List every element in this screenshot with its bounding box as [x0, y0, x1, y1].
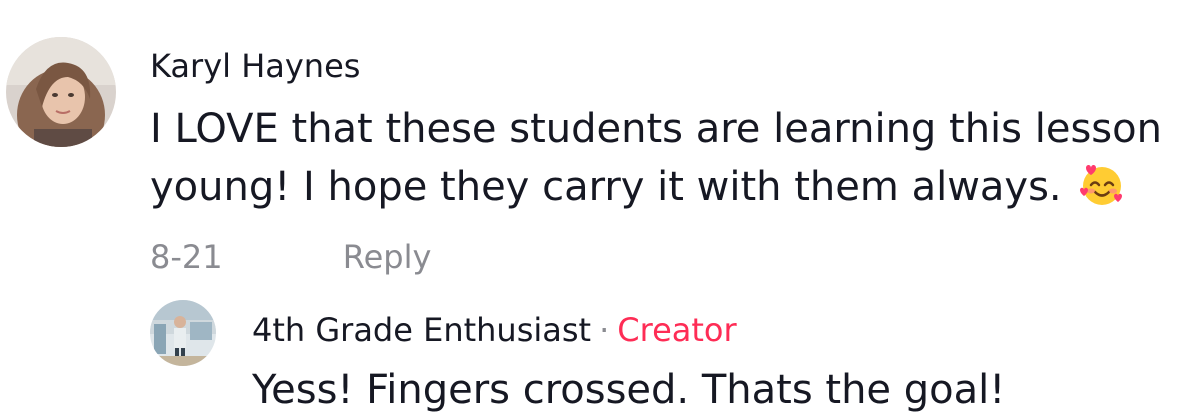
reply-avatar[interactable] — [150, 300, 216, 366]
comment-text: I LOVE that these students are learning … — [150, 100, 1195, 216]
reply-text: Yess! Fingers crossed. Thats the goal! — [252, 367, 1006, 413]
smiling-face-with-hearts-icon — [1078, 160, 1126, 208]
reply-button[interactable]: Reply — [343, 236, 432, 278]
comment-author-name[interactable]: Karyl Haynes — [150, 46, 360, 86]
comment-text-line-content: young! I hope they carry it with them al… — [150, 164, 1062, 210]
reply-header: 4th Grade Enthusiast · Creator — [252, 310, 737, 350]
comment-meta: 8-21 Reply — [150, 236, 431, 278]
reply-avatar-photo — [150, 300, 216, 366]
comment-date: 8-21 — [150, 238, 223, 276]
comment-text-line: I LOVE that these students are learning … — [150, 106, 1162, 152]
comment-text-line: young! I hope they carry it with them al… — [150, 158, 1195, 216]
reply-author-name[interactable]: 4th Grade Enthusiast — [252, 311, 591, 349]
reply-item: 4th Grade Enthusiast · Creator Yess! Finge… — [0, 296, 1200, 420]
avatar[interactable] — [6, 37, 116, 147]
creator-badge: Creator — [617, 311, 737, 349]
separator-dot: · — [599, 311, 610, 349]
avatar-photo — [6, 37, 116, 147]
